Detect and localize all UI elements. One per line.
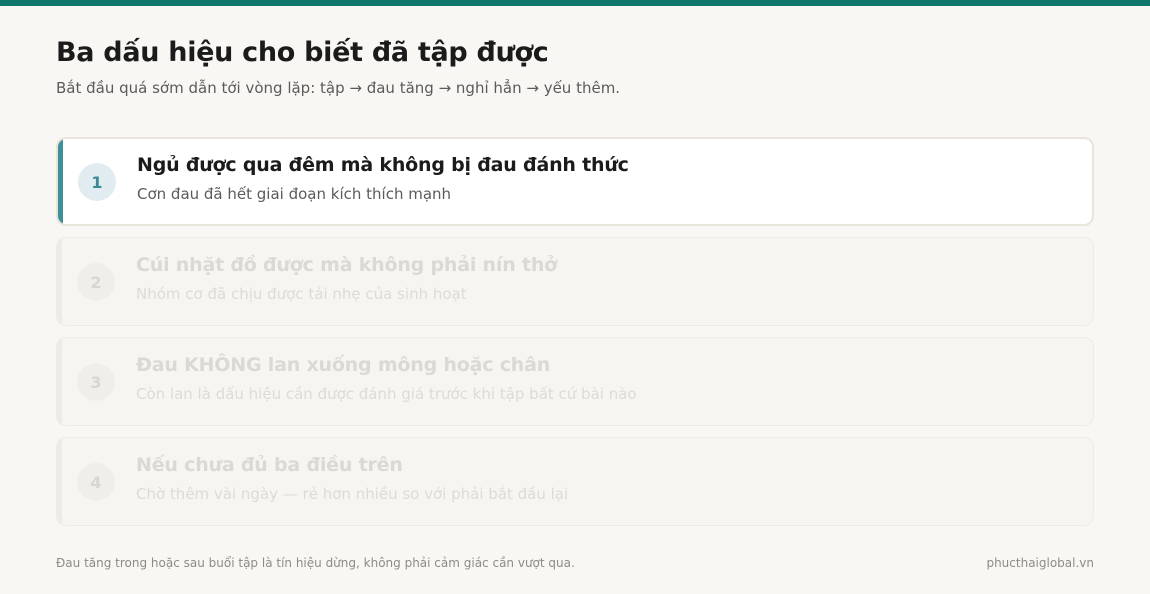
footer-site-name: phucthaiglobal.vn [986, 556, 1094, 570]
step-title: Cúi nhặt đồ được mà không phải nín thở [136, 254, 558, 276]
page-content: Ba dấu hiệu cho biết đã tập được Bắt đầu… [56, 36, 1094, 526]
step-item-4[interactable]: 4 Nếu chưa đủ ba điều trên Chờ thêm vài … [56, 437, 1094, 526]
step-title: Đau KHÔNG lan xuống mông hoặc chân [136, 354, 551, 376]
step-item-1[interactable]: 1 Ngủ được qua đêm mà không bị đau đánh … [56, 137, 1094, 226]
step-title: Nếu chưa đủ ba điều trên [136, 454, 403, 476]
step-number-badge: 2 [77, 263, 115, 301]
step-description: Chờ thêm vài ngày — rẻ hơn nhiều so với … [136, 485, 569, 503]
step-description: Còn lan là dấu hiệu cần được đánh giá tr… [136, 385, 637, 403]
step-description: Cơn đau đã hết giai đoạn kích thích mạnh [137, 185, 452, 203]
step-list: 1 Ngủ được qua đêm mà không bị đau đánh … [56, 137, 1094, 537]
step-description: Nhóm cơ đã chịu được tải nhẹ của sinh ho… [136, 285, 467, 303]
footer: Đau tăng trong hoặc sau buổi tập là tín … [56, 556, 1094, 574]
footer-note: Đau tăng trong hoặc sau buổi tập là tín … [56, 556, 575, 570]
step-number-badge: 3 [77, 363, 115, 401]
step-item-2[interactable]: 2 Cúi nhặt đồ được mà không phải nín thở… [56, 237, 1094, 326]
step-number-badge: 1 [78, 163, 116, 201]
page-title: Ba dấu hiệu cho biết đã tập được [56, 37, 549, 68]
top-accent-bar [0, 0, 1150, 6]
step-item-3[interactable]: 3 Đau KHÔNG lan xuống mông hoặc chân Còn… [56, 337, 1094, 426]
page-subtitle: Bắt đầu quá sớm dẫn tới vòng lặp: tập → … [56, 79, 621, 97]
step-number-badge: 4 [77, 463, 115, 501]
step-title: Ngủ được qua đêm mà không bị đau đánh th… [137, 154, 629, 176]
